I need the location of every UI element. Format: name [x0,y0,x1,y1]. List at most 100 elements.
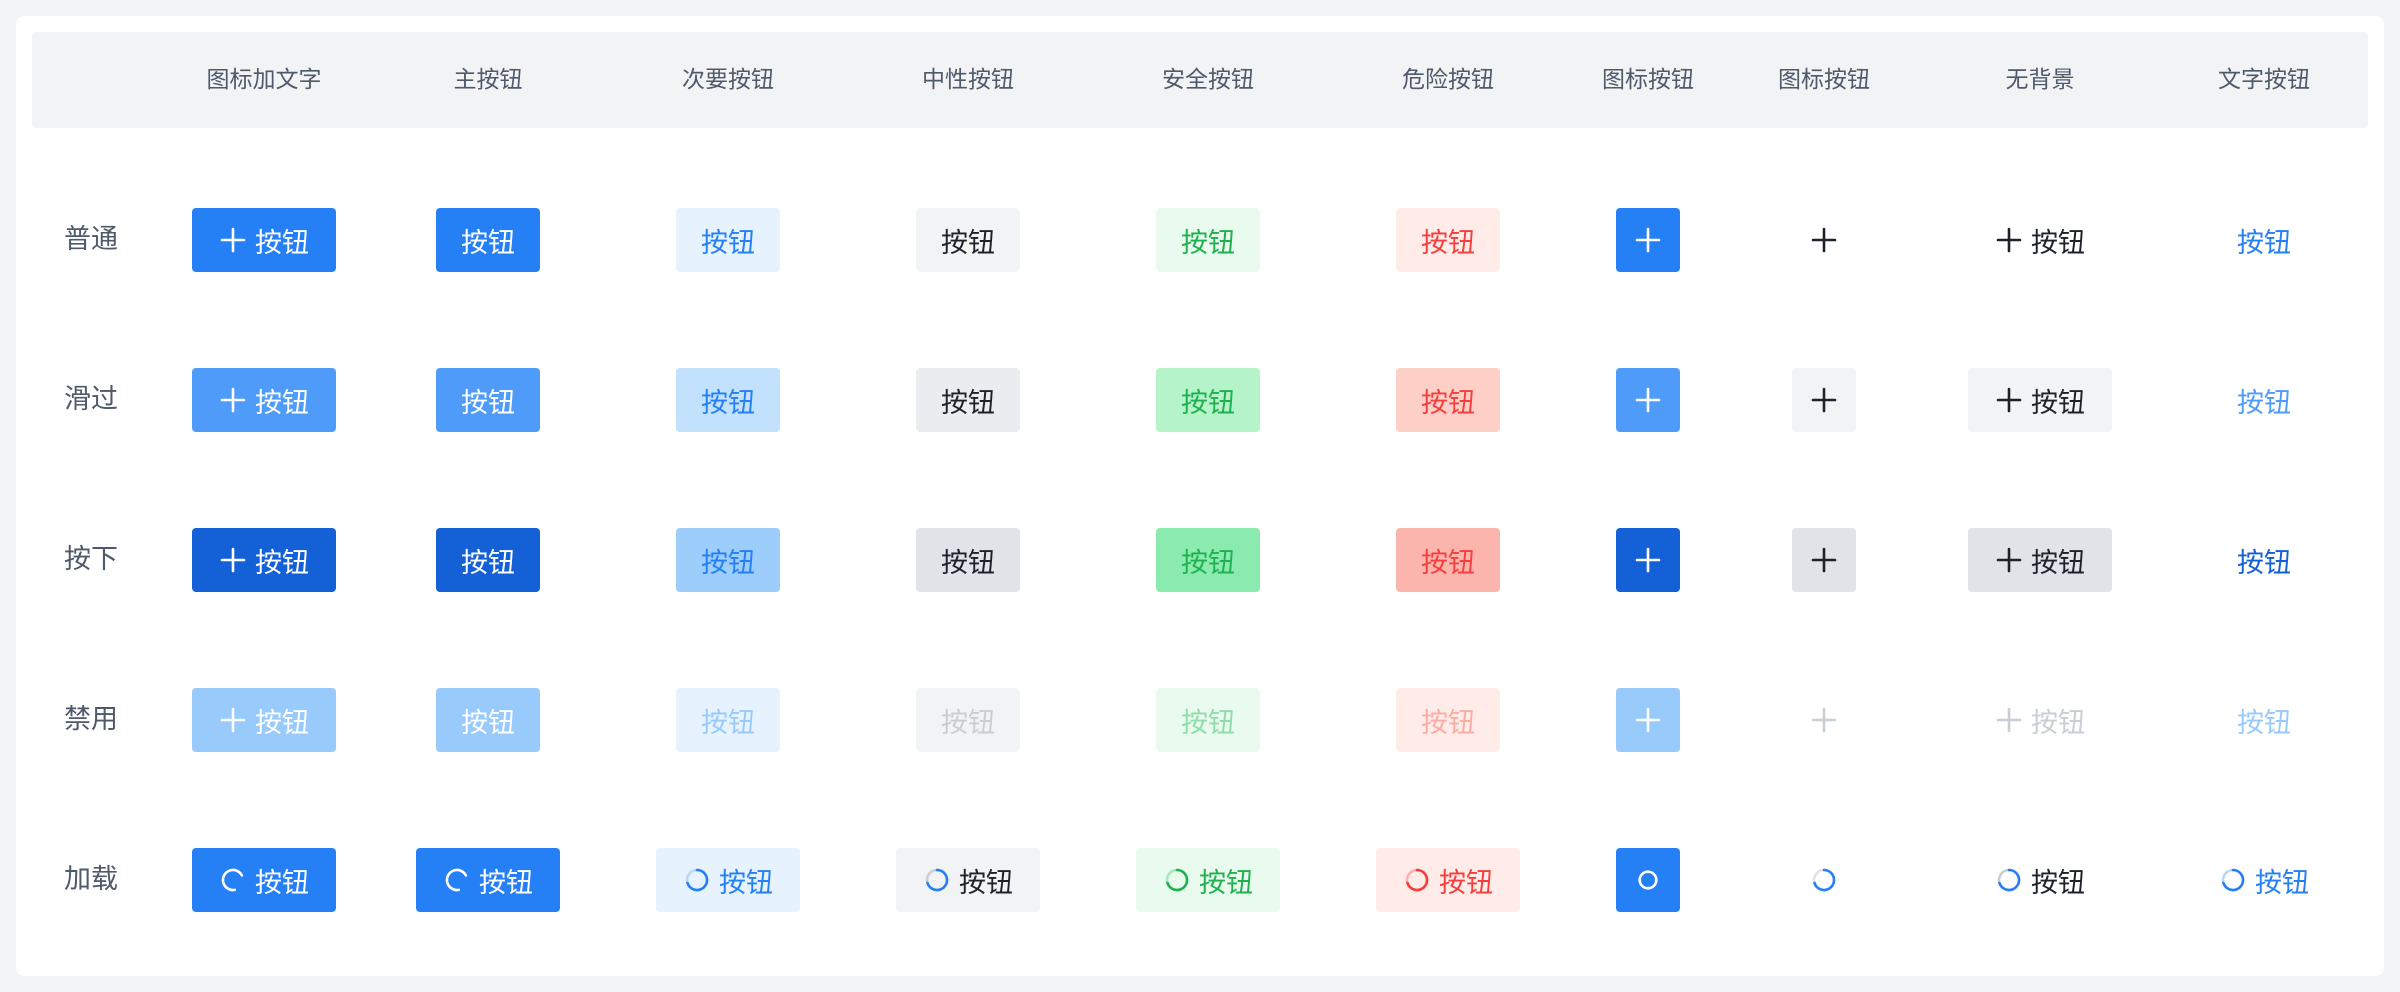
row-label-normal: 普通 [64,224,118,255]
text-button-loading[interactable]: 按钮 [2212,848,2316,912]
plus-icon [1634,226,1662,254]
button-label: 按钮 [1181,227,1235,259]
text-button-hover[interactable]: 按钮 [2212,368,2316,432]
icon-text-button-disabled[interactable]: 按钮 [192,688,336,752]
loading-spinner-icon [1163,866,1191,894]
text-button-active[interactable]: 按钮 [2212,528,2316,592]
no-bg-button-hover[interactable]: 按钮 [1968,368,2112,432]
button-label: 按钮 [2031,547,2085,579]
danger-button-disabled[interactable]: 按钮 [1396,688,1500,752]
button-label: 按钮 [255,547,309,579]
no-bg-button-normal[interactable]: 按钮 [1968,208,2112,272]
button-label: 按钮 [479,867,533,899]
no-bg-button-disabled[interactable]: 按钮 [1968,688,2112,752]
danger-button-active[interactable]: 按钮 [1396,528,1500,592]
plus-icon [1810,706,1838,734]
icon-plain-button-disabled[interactable] [1792,688,1856,752]
primary-button-loading[interactable]: 按钮 [416,848,560,912]
loading-spinner-icon [1403,866,1431,894]
row-label-disabled: 禁用 [64,704,118,735]
button-label: 按钮 [1181,387,1235,419]
primary-button-hover[interactable]: 按钮 [436,368,540,432]
icon-plain-button-loading[interactable] [1792,848,1856,912]
icon-plain-button-normal[interactable] [1792,208,1856,272]
column-header-danger: 危险按钮 [1402,67,1494,93]
icon-filled-button-normal[interactable] [1616,208,1680,272]
button-label: 按钮 [701,547,755,579]
danger-button-normal[interactable]: 按钮 [1396,208,1500,272]
button-label: 按钮 [2031,387,2085,419]
button-label: 按钮 [1181,547,1235,579]
success-button-hover[interactable]: 按钮 [1156,368,1260,432]
button-label: 按钮 [941,547,995,579]
button-label: 按钮 [255,387,309,419]
neutral-button-active[interactable]: 按钮 [916,528,1020,592]
no-bg-button-active[interactable]: 按钮 [1968,528,2112,592]
button-label: 按钮 [1421,227,1475,259]
plus-icon [1810,546,1838,574]
icon-plain-button-hover[interactable] [1792,368,1856,432]
button-label: 按钮 [701,227,755,259]
secondary-button-disabled[interactable]: 按钮 [676,688,780,752]
icon-text-button-loading[interactable]: 按钮 [192,848,336,912]
button-label: 按钮 [2255,867,2309,899]
secondary-button-hover[interactable]: 按钮 [676,368,780,432]
secondary-button-active[interactable]: 按钮 [676,528,780,592]
success-button-active[interactable]: 按钮 [1156,528,1260,592]
text-button-disabled[interactable]: 按钮 [2212,688,2316,752]
button-label: 按钮 [701,387,755,419]
no-bg-button-loading[interactable]: 按钮 [1968,848,2112,912]
button-label: 按钮 [1199,867,1253,899]
secondary-button-normal[interactable]: 按钮 [676,208,780,272]
success-button-loading[interactable]: 按钮 [1136,848,1280,912]
button-label: 按钮 [941,227,995,259]
plus-icon [219,706,247,734]
primary-button-active[interactable]: 按钮 [436,528,540,592]
button-label: 按钮 [255,707,309,739]
neutral-button-hover[interactable]: 按钮 [916,368,1020,432]
icon-filled-button-disabled[interactable] [1616,688,1680,752]
secondary-button-loading[interactable]: 按钮 [656,848,800,912]
danger-button-hover[interactable]: 按钮 [1396,368,1500,432]
neutral-button-loading[interactable]: 按钮 [896,848,1040,912]
icon-filled-button-active[interactable] [1616,528,1680,592]
icon-plain-button-active[interactable] [1792,528,1856,592]
column-header-icon-filled: 图标按钮 [1602,67,1694,93]
loading-spinner-icon [1810,866,1838,894]
button-label: 按钮 [1439,867,1493,899]
button-label: 按钮 [1421,387,1475,419]
icon-filled-button-loading[interactable] [1616,848,1680,912]
primary-button-normal[interactable]: 按钮 [436,208,540,272]
icon-text-button-hover[interactable]: 按钮 [192,368,336,432]
button-label: 按钮 [1181,707,1235,739]
danger-button-loading[interactable]: 按钮 [1376,848,1520,912]
loading-spinner-icon [219,866,247,894]
primary-button-disabled[interactable]: 按钮 [436,688,540,752]
button-label: 按钮 [1421,707,1475,739]
plus-icon [1634,706,1662,734]
text-button-normal[interactable]: 按钮 [2212,208,2316,272]
icon-text-button-active[interactable]: 按钮 [192,528,336,592]
button-label: 按钮 [2237,547,2291,579]
column-header-neutral: 中性按钮 [922,67,1014,93]
button-label: 按钮 [719,867,773,899]
success-button-normal[interactable]: 按钮 [1156,208,1260,272]
success-button-disabled[interactable]: 按钮 [1156,688,1260,752]
row-label-loading: 加载 [64,864,118,895]
neutral-button-normal[interactable]: 按钮 [916,208,1020,272]
button-label: 按钮 [2031,227,2085,259]
icon-text-button-normal[interactable]: 按钮 [192,208,336,272]
button-label: 按钮 [2237,707,2291,739]
plus-icon [219,546,247,574]
plus-icon [219,386,247,414]
button-label: 按钮 [941,387,995,419]
icon-filled-button-hover[interactable] [1616,368,1680,432]
button-states-panel [16,16,2384,976]
button-label: 按钮 [959,867,1013,899]
loading-spinner-icon [923,866,951,894]
loading-spinner-icon [1634,866,1662,894]
plus-icon [1634,546,1662,574]
neutral-button-disabled[interactable]: 按钮 [916,688,1020,752]
button-label: 按钮 [255,867,309,899]
plus-icon [1995,386,2023,414]
